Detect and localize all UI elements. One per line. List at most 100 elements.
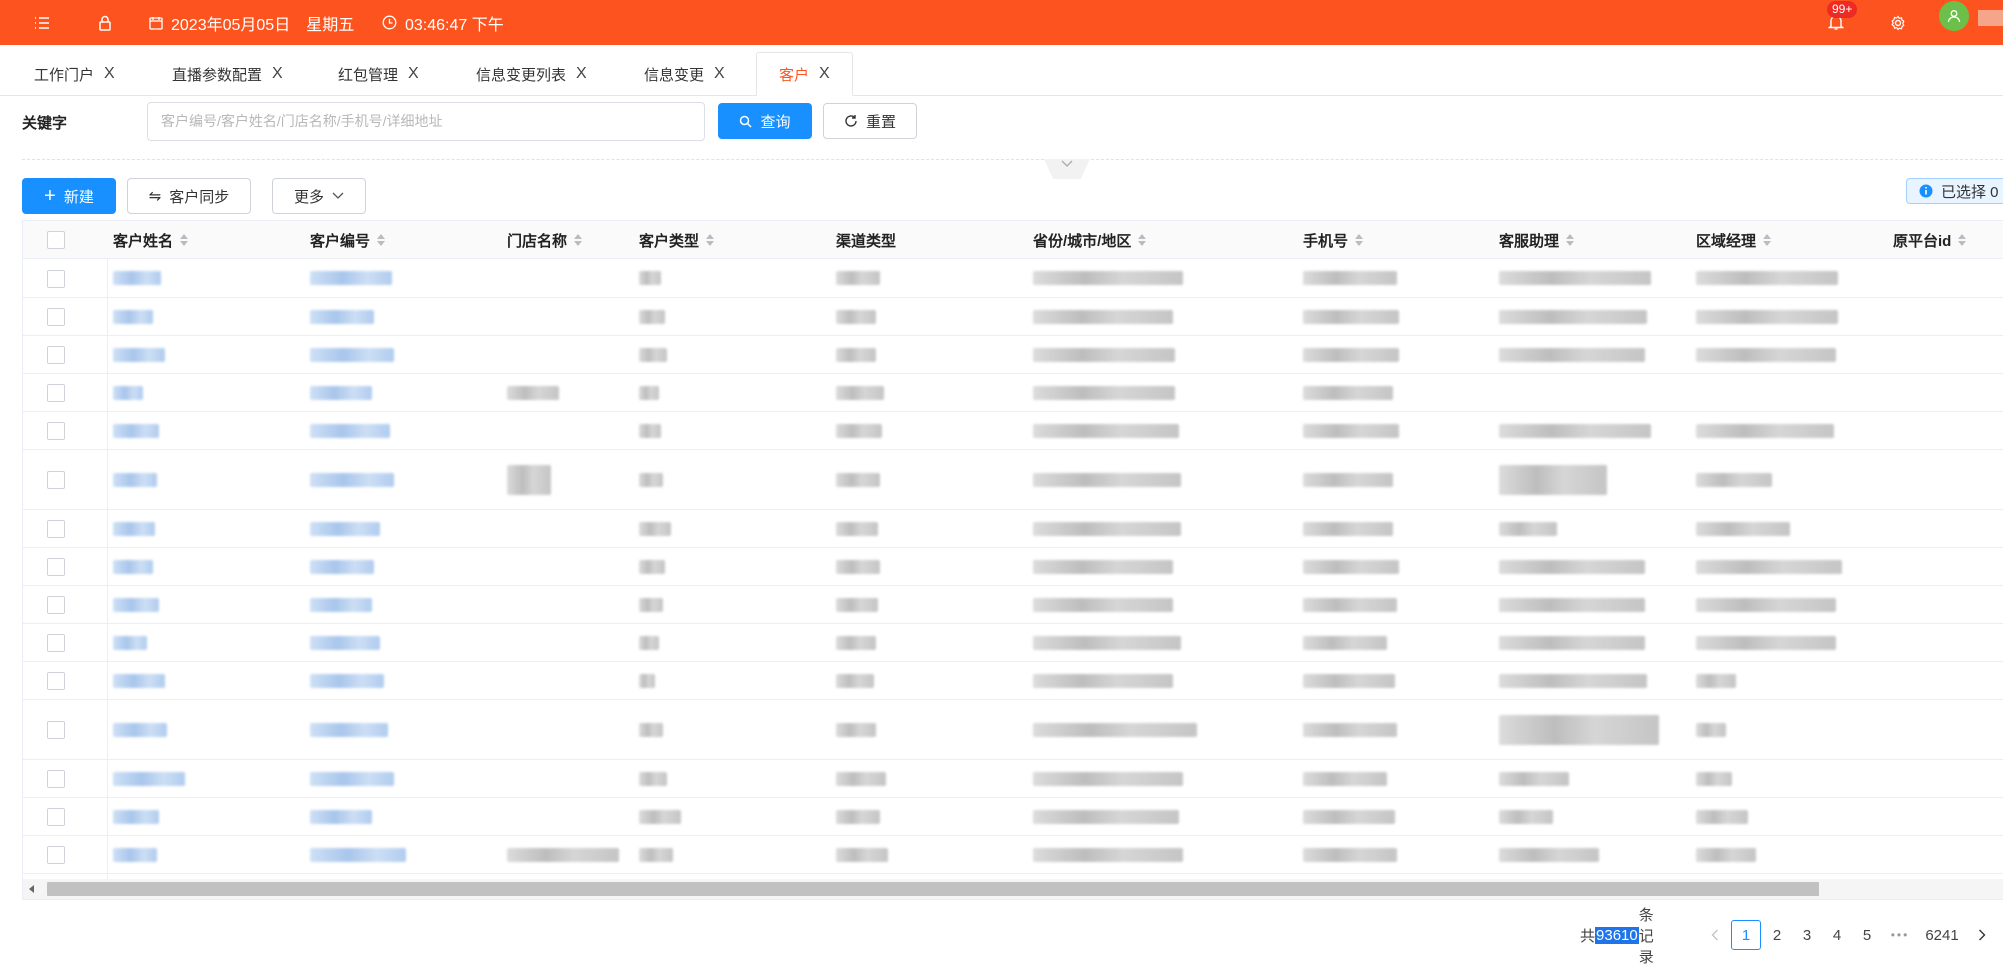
blurred-cell[interactable] bbox=[113, 559, 153, 574]
sort-icon[interactable] bbox=[1565, 233, 1575, 247]
row-checkbox[interactable] bbox=[47, 471, 65, 489]
table-row[interactable] bbox=[23, 798, 2003, 836]
user-avatar[interactable] bbox=[1939, 1, 1969, 31]
row-checkbox[interactable] bbox=[47, 558, 65, 576]
table-row[interactable] bbox=[23, 412, 2003, 450]
blurred-cell[interactable] bbox=[310, 847, 406, 862]
tab-close-icon[interactable]: X bbox=[714, 65, 725, 83]
tab-close-icon[interactable]: X bbox=[576, 65, 587, 83]
row-checkbox[interactable] bbox=[47, 422, 65, 440]
column-header-region[interactable]: 省份/城市/地区 bbox=[1033, 221, 1147, 259]
blurred-cell[interactable] bbox=[113, 472, 157, 487]
blurred-cell[interactable] bbox=[113, 771, 185, 786]
new-button[interactable]: + 新建 bbox=[22, 178, 116, 214]
column-header-customer-type[interactable]: 客户类型 bbox=[639, 221, 715, 259]
blurred-cell[interactable] bbox=[113, 722, 167, 737]
row-checkbox[interactable] bbox=[47, 808, 65, 826]
tab-info-change-list[interactable]: 信息变更列表 X bbox=[476, 52, 587, 96]
row-checkbox[interactable] bbox=[47, 384, 65, 402]
row-checkbox[interactable] bbox=[47, 672, 65, 690]
table-row[interactable] bbox=[23, 374, 2003, 412]
blurred-cell[interactable] bbox=[310, 347, 394, 362]
tab-close-icon[interactable]: X bbox=[819, 65, 830, 83]
keyword-search-input[interactable]: 客户编号/客户姓名/门店名称/手机号/详细地址 bbox=[147, 102, 705, 141]
blurred-cell[interactable] bbox=[310, 771, 394, 786]
column-header-store-name[interactable]: 门店名称 bbox=[507, 221, 583, 259]
tab-red-packet[interactable]: 红包管理 X bbox=[338, 52, 419, 96]
tab-close-icon[interactable]: X bbox=[104, 65, 115, 83]
sort-icon[interactable] bbox=[705, 233, 715, 247]
table-row[interactable] bbox=[23, 586, 2003, 624]
customer-sync-button[interactable]: ⇋ 客户同步 bbox=[127, 178, 251, 214]
sort-icon[interactable] bbox=[376, 233, 386, 247]
table-row[interactable] bbox=[23, 450, 2003, 510]
table-row[interactable] bbox=[23, 836, 2003, 874]
sort-icon[interactable] bbox=[1137, 233, 1147, 247]
select-all-checkbox[interactable] bbox=[47, 231, 65, 249]
sort-icon[interactable] bbox=[179, 233, 189, 247]
blurred-cell[interactable] bbox=[113, 521, 155, 536]
blurred-cell[interactable] bbox=[310, 423, 390, 438]
blurred-cell[interactable] bbox=[113, 847, 157, 862]
column-header-phone[interactable]: 手机号 bbox=[1303, 221, 1364, 259]
next-page-chevron-right-icon[interactable] bbox=[1972, 920, 1992, 950]
blurred-cell[interactable] bbox=[113, 635, 147, 650]
sort-icon[interactable] bbox=[1354, 233, 1364, 247]
table-row[interactable] bbox=[23, 336, 2003, 374]
scrollbar-thumb[interactable] bbox=[47, 882, 1819, 896]
blurred-cell[interactable] bbox=[113, 347, 165, 362]
row-checkbox[interactable] bbox=[47, 634, 65, 652]
blurred-cell[interactable] bbox=[310, 809, 372, 824]
scroll-left-arrow-icon[interactable] bbox=[29, 885, 34, 893]
column-header-origin-platform-id[interactable]: 原平台id bbox=[1893, 221, 1967, 259]
blurred-cell[interactable] bbox=[310, 722, 388, 737]
blurred-cell[interactable] bbox=[113, 423, 159, 438]
prev-page-chevron-left-icon[interactable] bbox=[1705, 920, 1725, 950]
blurred-cell[interactable] bbox=[310, 472, 394, 487]
page-1-button[interactable]: 1 bbox=[1731, 920, 1761, 950]
row-checkbox[interactable] bbox=[47, 721, 65, 739]
column-header-area-manager[interactable]: 区域经理 bbox=[1696, 221, 1772, 259]
blurred-cell[interactable] bbox=[310, 597, 372, 612]
pagination-ellipsis[interactable]: ••• bbox=[1883, 920, 1917, 950]
blurred-cell[interactable] bbox=[310, 271, 392, 285]
table-row[interactable] bbox=[23, 298, 2003, 336]
blurred-cell[interactable] bbox=[310, 559, 374, 574]
settings-gear-icon[interactable] bbox=[1890, 0, 1906, 45]
row-checkbox[interactable] bbox=[47, 308, 65, 326]
blurred-cell[interactable] bbox=[113, 271, 161, 285]
column-header-service-assistant[interactable]: 客服助理 bbox=[1499, 221, 1575, 259]
blurred-cell[interactable] bbox=[113, 809, 159, 824]
row-checkbox[interactable] bbox=[47, 520, 65, 538]
collapse-toggle[interactable] bbox=[1044, 159, 1090, 179]
blurred-cell[interactable] bbox=[310, 309, 374, 324]
username-blurred[interactable] bbox=[1978, 10, 2003, 26]
blurred-cell[interactable] bbox=[113, 385, 143, 400]
blurred-cell[interactable] bbox=[113, 597, 159, 612]
row-checkbox[interactable] bbox=[47, 770, 65, 788]
row-checkbox[interactable] bbox=[47, 846, 65, 864]
tab-close-icon[interactable]: X bbox=[408, 65, 419, 83]
blurred-cell[interactable] bbox=[113, 309, 153, 324]
table-row[interactable] bbox=[23, 760, 2003, 798]
page-5-button[interactable]: 5 bbox=[1856, 920, 1878, 950]
table-row[interactable] bbox=[23, 624, 2003, 662]
sort-icon[interactable] bbox=[573, 233, 583, 247]
page-4-button[interactable]: 4 bbox=[1826, 920, 1848, 950]
tab-live-params[interactable]: 直播参数配置 X bbox=[172, 52, 283, 96]
page-3-button[interactable]: 3 bbox=[1796, 920, 1818, 950]
row-checkbox[interactable] bbox=[47, 596, 65, 614]
table-row[interactable] bbox=[23, 548, 2003, 586]
horizontal-scrollbar[interactable] bbox=[23, 879, 2003, 899]
column-header-customer-name[interactable]: 客户姓名 bbox=[113, 221, 189, 259]
blurred-cell[interactable] bbox=[310, 673, 384, 688]
reset-button[interactable]: 重置 bbox=[823, 103, 917, 139]
last-page-button[interactable]: 6241 bbox=[1922, 920, 1962, 950]
table-row[interactable] bbox=[23, 700, 2003, 760]
page-2-button[interactable]: 2 bbox=[1766, 920, 1788, 950]
table-row[interactable] bbox=[23, 510, 2003, 548]
menu-toggle-icon[interactable] bbox=[34, 0, 50, 45]
more-dropdown-button[interactable]: 更多 bbox=[272, 178, 366, 214]
tab-customer[interactable]: 客户 X bbox=[756, 52, 853, 96]
blurred-cell[interactable] bbox=[310, 385, 372, 400]
